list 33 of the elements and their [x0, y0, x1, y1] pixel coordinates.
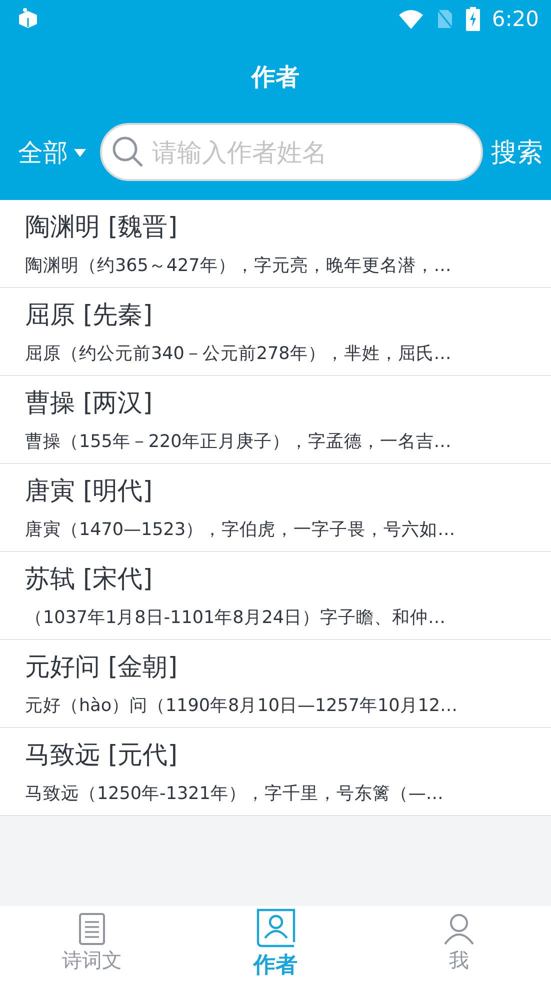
author-summary: 曹操（155年－220年正月庚子），字孟德，一名吉…	[25, 431, 452, 453]
battery-icon	[466, 7, 480, 31]
document-icon	[78, 913, 105, 945]
wifi-icon	[398, 9, 424, 29]
person-icon	[443, 913, 476, 945]
author-summary: 陶渊明（约365～427年），字元亮，晚年更名潜，…	[25, 255, 452, 277]
caret-icon	[74, 149, 86, 157]
author-name: 唐寅 [明代]	[25, 475, 154, 507]
app-icon	[16, 7, 40, 31]
author-summary: 马致远（1250年-1321年），字千里，号东篱（—…	[25, 783, 444, 805]
author-list-item[interactable]: 陶渊明 [魏晋] 陶渊明（约365～427年），字元亮，晚年更名潜，…	[0, 200, 551, 288]
author-list-item[interactable]: 屈原 [先秦] 屈原（约公元前340－公元前278年），芈姓，屈氏…	[0, 288, 551, 376]
author-summary: （1037年1月8日-1101年8月24日）字子瞻、和仲…	[25, 607, 447, 629]
search-field[interactable]: 请输入作者姓名	[100, 123, 483, 181]
author-name: 曹操 [两汉]	[25, 387, 154, 419]
author-list-item[interactable]: 唐寅 [明代] 唐寅（1470—1523），字伯虎，一字子畏，号六如…	[0, 464, 551, 552]
author-name: 苏轼 [宋代]	[25, 563, 154, 595]
author-summary: 屈原（约公元前340－公元前278年），芈姓，屈氏…	[25, 343, 452, 365]
author-list-item[interactable]: 元好问 [金朝] 元好（hào）问（1190年8月10日—1257年10月12…	[0, 640, 551, 728]
no-sim-icon	[436, 8, 454, 30]
search-icon	[112, 136, 144, 168]
author-list-item[interactable]: 苏轼 [宋代] （1037年1月8日-1101年8月24日）字子瞻、和仲…	[0, 552, 551, 640]
author-list-item[interactable]: 曹操 [两汉] 曹操（155年－220年正月庚子），字孟德，一名吉…	[0, 376, 551, 464]
author-summary: 唐寅（1470—1523），字伯虎，一字子畏，号六如…	[25, 519, 456, 541]
person-card-icon	[256, 908, 296, 948]
author-name: 马致远 [元代]	[25, 739, 178, 771]
screen-title: 作者	[250, 62, 300, 93]
author-name: 元好问 [金朝]	[25, 651, 178, 683]
author-summary: 元好（hào）问（1190年8月10日—1257年10月12…	[25, 695, 459, 717]
author-name: 屈原 [先秦]	[25, 299, 154, 331]
author-name: 陶渊明 [魏晋]	[25, 211, 178, 243]
author-list-item[interactable]: 马致远 [元代] 马致远（1250年-1321年），字千里，号东篱（—…	[0, 728, 551, 816]
status-time: 6:20	[492, 7, 539, 31]
